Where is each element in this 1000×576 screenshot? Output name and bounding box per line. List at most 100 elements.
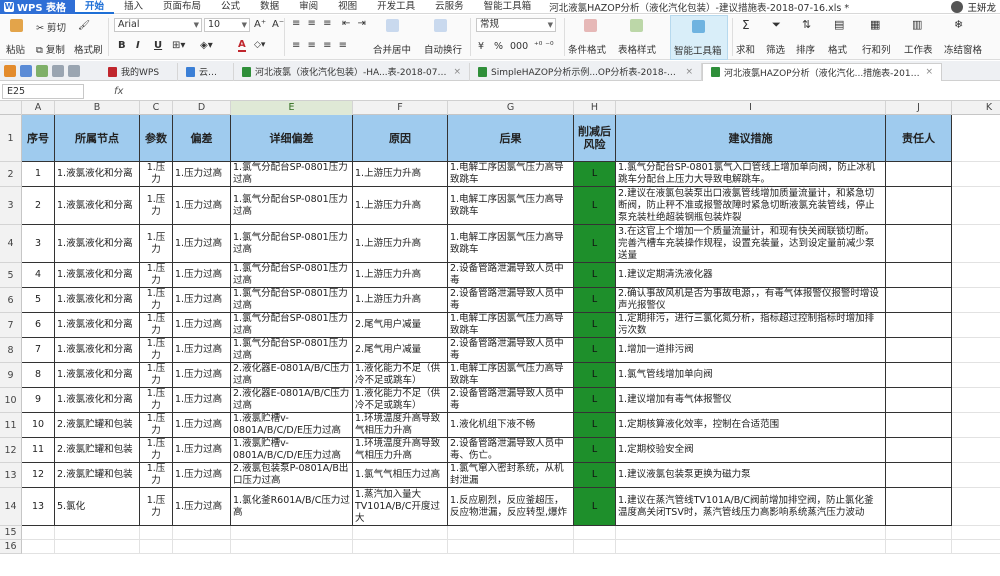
table-header-cell[interactable]: 偏差 [173, 115, 231, 162]
wrap-text-icon[interactable] [434, 19, 447, 32]
table-cell[interactable]: 2.设备管路泄漏导致人员中毒、伤亡。 [448, 438, 574, 463]
copy-button[interactable]: ⧉ 复制 [36, 42, 65, 56]
table-header-cell[interactable]: 责任人 [886, 115, 952, 162]
table-cell[interactable]: 1.液化机组下液不畅 [448, 413, 574, 438]
table-cell[interactable]: 1.上游压力升高 [353, 288, 448, 313]
table-cell[interactable]: L [574, 438, 616, 463]
close-icon[interactable]: × [453, 67, 461, 77]
table-cell[interactable]: 13 [22, 488, 55, 526]
indent-icons[interactable]: ⇤ ⇥ [342, 18, 368, 29]
menu-tab-5[interactable]: 审阅 [289, 0, 328, 14]
table-header-cell[interactable]: 后果 [448, 115, 574, 162]
column-header-H[interactable]: H [574, 101, 616, 115]
empty-cell[interactable] [952, 338, 1000, 363]
format-icon[interactable]: ▤ [834, 18, 844, 31]
table-cell[interactable]: 1.液氯贮槽v-0801A/B/C/D/E压力过高 [231, 438, 353, 463]
empty-cell[interactable] [140, 526, 173, 540]
select-all-corner[interactable] [0, 101, 22, 115]
table-cell[interactable]: 1.液氯液化和分离 [55, 363, 140, 388]
table-cell[interactable] [886, 363, 952, 388]
sort-button[interactable]: 排序 [796, 42, 815, 56]
table-cell[interactable]: 1.压力过高 [173, 162, 231, 187]
row-header-8[interactable]: 8 [0, 338, 22, 363]
clear-format-icon[interactable]: ◇▾ [254, 40, 265, 50]
print-icon[interactable] [36, 64, 48, 77]
table-cell[interactable]: 1.蒸汽加入量大TV101A/B/C开度过大 [353, 488, 448, 526]
table-cell[interactable] [886, 338, 952, 363]
undo-icon[interactable] [52, 64, 64, 77]
table-cell[interactable]: 1.压力过高 [173, 463, 231, 488]
table-cell[interactable]: 1.氯气气相压力过高 [353, 463, 448, 488]
table-cell[interactable]: L [574, 288, 616, 313]
empty-cell[interactable] [55, 526, 140, 540]
empty-cell[interactable] [886, 526, 952, 540]
empty-cell[interactable] [952, 162, 1000, 187]
table-cell[interactable]: 1.压力 [140, 413, 173, 438]
italic-button[interactable]: I [136, 40, 140, 51]
table-cell[interactable]: 1.压力过高 [173, 488, 231, 526]
row-header-1[interactable]: 1 [0, 115, 22, 162]
table-cell[interactable]: 1.液氯液化和分离 [55, 187, 140, 225]
table-cell[interactable]: 1.定期校验安全阀 [616, 438, 886, 463]
table-cell[interactable]: 1.压力 [140, 463, 173, 488]
table-cell[interactable]: 8 [22, 363, 55, 388]
table-header-cell[interactable]: 建议措施 [616, 115, 886, 162]
table-cell[interactable] [886, 413, 952, 438]
format-painter-button[interactable]: 格式刷 [74, 42, 103, 56]
fill-color-icon[interactable]: ◈▾ [200, 40, 213, 51]
table-cell[interactable]: 2.设备管路泄漏导致人员中毒 [448, 338, 574, 363]
table-cell[interactable]: 1.压力 [140, 488, 173, 526]
table-cell[interactable]: 9 [22, 388, 55, 413]
table-cell[interactable]: 1.建议液氯包装泵更换为磁力泵 [616, 463, 886, 488]
row-header-15[interactable]: 15 [0, 526, 22, 540]
empty-cell[interactable] [173, 540, 231, 554]
cut-button[interactable]: ✂ 剪切 [36, 20, 66, 34]
percent-button[interactable]: % [494, 41, 503, 52]
empty-cell[interactable] [952, 263, 1000, 288]
thousands-button[interactable]: 000 [510, 41, 528, 52]
table-header-cell[interactable]: 削减后风险 [574, 115, 616, 162]
table-cell[interactable] [886, 288, 952, 313]
empty-cell[interactable] [952, 540, 1000, 554]
menu-tab-4[interactable]: 数据 [250, 0, 289, 14]
table-cell[interactable]: 4 [22, 263, 55, 288]
table-cell[interactable]: 2.液化器E-0801A/B/C压力过高 [231, 388, 353, 413]
wrap-text-button[interactable]: 自动换行 [424, 42, 462, 56]
table-cell[interactable]: 2.设备管路泄漏导致人员中毒 [448, 288, 574, 313]
table-cell[interactable]: 3.在这官上个增加一个质量流量计，和现有快关阀联锁切断。完善汽槽车充装操作规程，… [616, 225, 886, 263]
row-header-2[interactable]: 2 [0, 162, 22, 187]
table-cell[interactable]: 2.建议在液氯包装泵出口液氯管线增加质量流量计，和紧急切断阀，防止秤不准或报警故… [616, 187, 886, 225]
table-cell[interactable]: 2.设备管路泄漏导致人员中毒 [448, 388, 574, 413]
table-cell[interactable]: 1.氯气分配台SP-0801压力过高 [231, 263, 353, 288]
table-cell[interactable]: 1.压力 [140, 338, 173, 363]
empty-cell[interactable] [231, 526, 353, 540]
table-cell[interactable]: 1.上游压力升高 [353, 162, 448, 187]
table-cell[interactable] [886, 187, 952, 225]
table-cell[interactable]: 1.压力过高 [173, 263, 231, 288]
merge-center-button[interactable]: 合并居中 [373, 42, 411, 56]
table-cell[interactable]: 1.压力 [140, 363, 173, 388]
row-col-button[interactable]: 行和列 [862, 42, 891, 56]
empty-cell[interactable] [952, 187, 1000, 225]
table-cell[interactable]: 2.确认事故风机是否为事故电源，，有毒气体报警仪报警时增设声光报警仪 [616, 288, 886, 313]
empty-cell[interactable] [55, 540, 140, 554]
table-header-cell[interactable]: 所属节点 [55, 115, 140, 162]
close-icon[interactable]: × [925, 67, 933, 77]
menu-tab-0[interactable]: 开始 [75, 0, 115, 14]
sum-icon[interactable]: Σ [742, 18, 750, 32]
table-cell[interactable]: 2 [22, 187, 55, 225]
table-cell[interactable]: 1.压力 [140, 187, 173, 225]
table-cell[interactable]: 1.电解工序因氯气压力高导致跳车 [448, 363, 574, 388]
empty-cell[interactable] [952, 463, 1000, 488]
doc-tab-3[interactable]: SimpleHAZOP分析示例...OP分析表-2018-07-20 × [470, 62, 702, 81]
table-cell[interactable]: 1.液氯液化和分离 [55, 313, 140, 338]
table-cell[interactable]: 1.氯气分配台SP-0801压力过高 [231, 313, 353, 338]
empty-cell[interactable] [952, 388, 1000, 413]
decrease-font-button[interactable]: A⁻ [272, 19, 284, 30]
format-button[interactable]: 格式 [828, 42, 847, 56]
table-cell[interactable]: 1.氯化釜R601A/B/C压力过高 [231, 488, 353, 526]
empty-cell[interactable] [574, 526, 616, 540]
row-header-3[interactable]: 3 [0, 187, 22, 225]
table-cell[interactable]: 3 [22, 225, 55, 263]
align-top-icons[interactable]: ≡ ≡ ≡ [292, 18, 334, 29]
